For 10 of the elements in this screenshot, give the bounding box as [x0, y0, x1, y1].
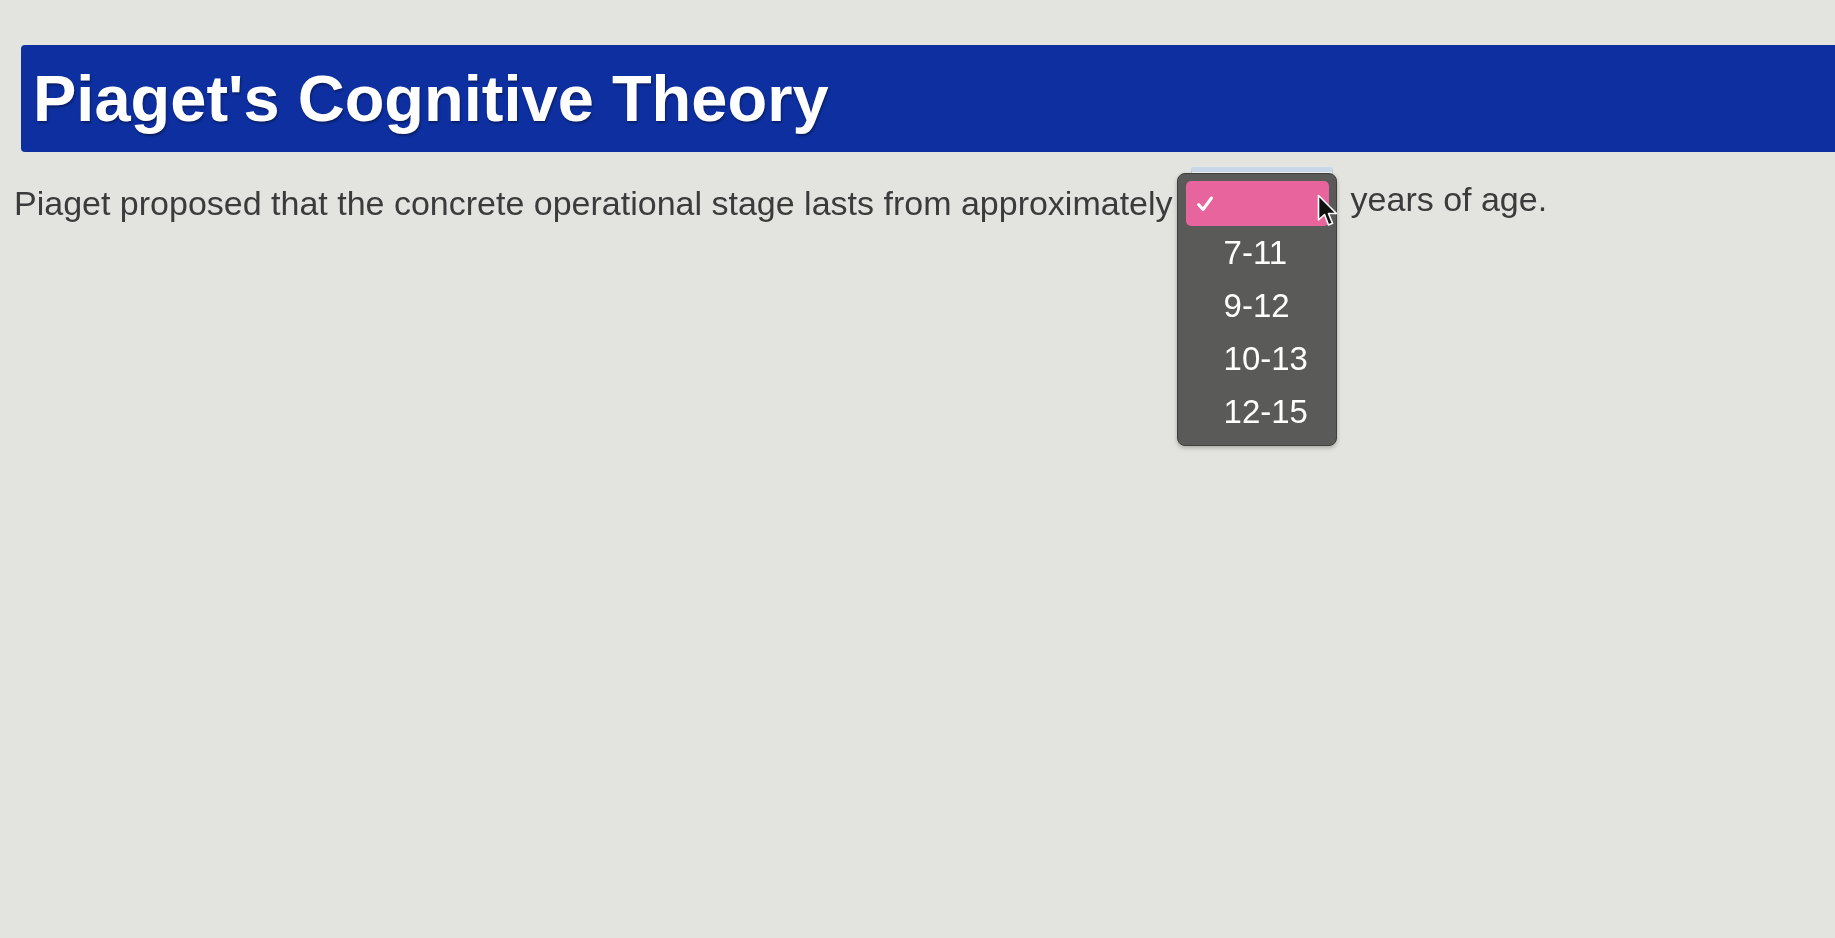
question-text: Piaget proposed that the concrete operational stage lasts from approximately — [14, 183, 1173, 223]
dropdown-option[interactable]: 10-13 — [1185, 332, 1329, 385]
dropdown-option[interactable]: 7-11 — [1185, 226, 1329, 279]
mouse-pointer-icon — [1316, 194, 1338, 227]
check-icon — [1195, 195, 1214, 213]
dropdown-option[interactable]: 12-15 — [1185, 385, 1329, 438]
question-text: years of age. — [1350, 179, 1548, 219]
dropdown-option[interactable] — [1185, 181, 1329, 226]
page-title: Piaget's Cognitive Theory — [33, 61, 829, 136]
dropdown-option[interactable]: 9-12 — [1185, 279, 1329, 332]
